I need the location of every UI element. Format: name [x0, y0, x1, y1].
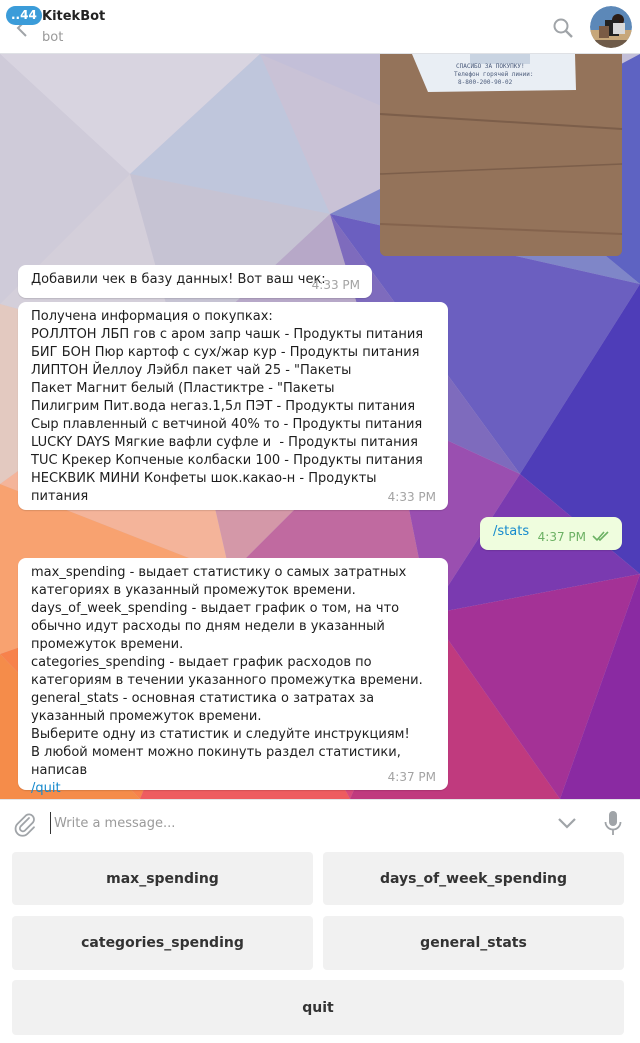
incoming-message[interactable]: Добавили чек в базу данных! Вот ваш чек:…	[18, 265, 372, 298]
double-check-icon	[592, 531, 609, 542]
receipt-line-3: 8-800-200-90-02	[458, 79, 513, 86]
quit-command-link[interactable]: /quit	[31, 781, 61, 796]
incoming-message[interactable]: Получена информация о покупках: РОЛЛТОН …	[18, 302, 448, 510]
chevron-down-icon[interactable]	[555, 814, 579, 832]
bot-keyboard: max_spending days_of_week_spending categ…	[0, 845, 640, 1043]
keyboard-button-days-of-week-spending[interactable]: days_of_week_spending	[323, 852, 624, 905]
search-icon[interactable]	[552, 17, 574, 39]
receipt-line-2: Телефон горячей линии:	[454, 71, 533, 78]
message-time: 4:37 PM	[537, 530, 586, 544]
keyboard-button-max-spending[interactable]: max_spending	[12, 852, 313, 905]
paperclip-icon[interactable]	[13, 811, 37, 837]
receipt-photo[interactable]: СПАСИБО ЗА ПОКУПКУ! Телефон горячей лини…	[380, 54, 622, 256]
compose-bar	[0, 799, 640, 845]
keyboard-button-categories-spending[interactable]: categories_spending	[12, 916, 313, 970]
keyboard-button-quit[interactable]: quit	[12, 980, 624, 1035]
message-input[interactable]	[50, 812, 530, 834]
message-text: Добавили чек в базу данных! Вот ваш чек:	[31, 272, 326, 287]
message-time: 4:37 PM	[387, 770, 436, 784]
message-text: Получена информация о покупках: РОЛЛТОН …	[31, 309, 424, 504]
keyboard-button-general-stats[interactable]: general_stats	[323, 916, 624, 970]
chat-subtitle: bot	[42, 30, 64, 45]
message-text: max_spending - выдает статистику о самых…	[31, 565, 423, 778]
chat-title[interactable]: KitekBot	[42, 9, 105, 24]
message-time: 4:33 PM	[311, 278, 360, 292]
incoming-message[interactable]: max_spending - выдает статистику о самых…	[18, 558, 448, 796]
message-time: 4:33 PM	[387, 490, 436, 504]
outgoing-message[interactable]: /stats 4:37 PM	[480, 517, 622, 550]
unread-count-badge[interactable]: ..44	[6, 6, 42, 25]
receipt-line-1: СПАСИБО ЗА ПОКУПКУ!	[456, 63, 525, 70]
microphone-icon[interactable]	[603, 810, 623, 836]
message-list[interactable]: СПАСИБО ЗА ПОКУПКУ! Телефон горячей лини…	[0, 54, 640, 799]
chat-header: ..44 KitekBot bot	[0, 0, 640, 54]
avatar[interactable]	[590, 6, 632, 48]
